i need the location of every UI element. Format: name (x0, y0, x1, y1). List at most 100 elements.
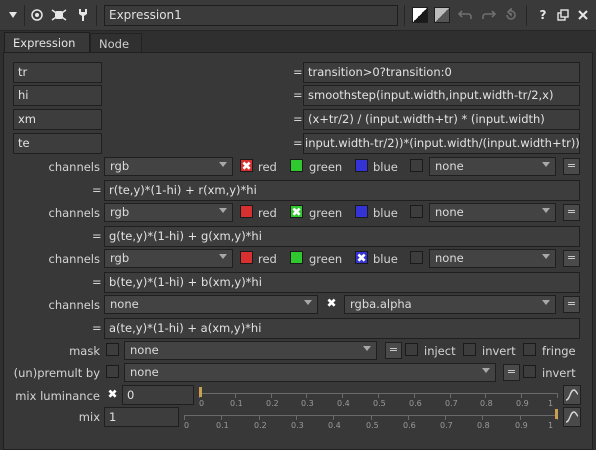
divider (404, 5, 405, 26)
redo-icon[interactable] (480, 6, 498, 24)
mix-luminance-enable-checkbox[interactable]: ✖ (106, 388, 119, 401)
dropdown-value: none (130, 343, 159, 357)
mask-label: mask (69, 344, 100, 358)
fringe-checkbox[interactable] (523, 343, 536, 356)
temp-name-field[interactable]: tr (13, 62, 102, 83)
alpha-expr-field[interactable]: a(te,y)*(1-hi) + a(xm,y)*hi (104, 318, 580, 339)
link-equals-button[interactable]: = (385, 342, 402, 359)
red-checkbox[interactable] (240, 251, 253, 264)
equals-label: = (293, 65, 303, 79)
mix-slider[interactable]: 0 0.1 0.2 0.3 0.4 0.5 0.6 0.7 0.8 0.9 1 (184, 409, 558, 432)
channels-label: channels (48, 298, 101, 312)
extra-channel-checkbox[interactable] (410, 159, 423, 172)
chevron-down-icon (219, 254, 227, 259)
slider-tick-label: 0.8 (477, 421, 490, 430)
green-checkbox[interactable]: ✖ (290, 205, 303, 218)
dropdown-value: rgb (110, 251, 130, 265)
extra-channel-dropdown[interactable]: none (429, 157, 556, 176)
extra-channel-dropdown[interactable]: none (429, 249, 556, 268)
slider-handle[interactable] (555, 409, 558, 419)
slider-tick-label: 0.5 (366, 421, 379, 430)
extra-channel-checkbox[interactable] (410, 205, 423, 218)
temp-expr-field[interactable]: (x+tr/2) / (input.width+tr) * (input.wid… (303, 109, 580, 130)
slider-tick-label: 0.5 (373, 399, 386, 408)
slider-tick (333, 415, 334, 420)
curve-icon (565, 411, 579, 423)
link-equals-button[interactable]: = (563, 204, 580, 221)
red-checkbox[interactable] (240, 205, 253, 218)
equals-label: = (293, 88, 303, 102)
mix-luminance-value-field[interactable]: 0 (122, 385, 194, 405)
slider-tick-label: 0.2 (266, 399, 279, 408)
temp-name-field[interactable]: te (13, 133, 102, 154)
link-equals-button[interactable]: = (563, 296, 580, 313)
mix-value-field[interactable]: 1 (104, 407, 179, 427)
slider-tick-label: 0.4 (328, 421, 341, 430)
close-icon[interactable] (574, 6, 592, 24)
animation-curve-button[interactable] (563, 385, 581, 405)
unpremult-channel-dropdown[interactable]: none (124, 363, 496, 382)
channels-layer-dropdown[interactable]: rgb (104, 249, 233, 268)
node-color-button[interactable] (412, 7, 428, 23)
temp-name-field[interactable]: xm (13, 109, 102, 130)
float-panel-icon[interactable] (554, 6, 572, 24)
mix-luminance-slider[interactable]: 0 0.1 0.2 0.3 0.4 0.5 0.6 0.7 0.8 0.9 1 (199, 387, 558, 410)
link-equals-button[interactable]: = (563, 158, 580, 175)
slider-tick (414, 393, 415, 398)
slider-tick (221, 415, 222, 420)
channel-expr-field[interactable]: b(te,y)*(1-hi) + b(xm,y)*hi (104, 272, 580, 293)
input-pipe-icon[interactable] (50, 6, 68, 24)
tab-node[interactable]: Node (90, 33, 142, 53)
channels-layer-dropdown[interactable]: rgb (104, 203, 233, 222)
green-checkbox[interactable] (290, 159, 303, 172)
tile-color-button[interactable] (434, 7, 450, 23)
channel-expr-field[interactable]: g(te,y)*(1-hi) + g(xm,y)*hi (104, 226, 580, 247)
red-checkbox[interactable]: ✖ (240, 159, 253, 172)
temp-expr-field[interactable]: transition>0?transition:0 (303, 62, 580, 83)
unpremult-enable-checkbox[interactable] (106, 365, 119, 378)
inject-checkbox[interactable] (405, 343, 418, 356)
mask-channel-dropdown[interactable]: none (124, 341, 377, 360)
red-label: red (258, 206, 277, 220)
mask-invert-checkbox[interactable] (463, 343, 476, 356)
link-equals-button[interactable]: = (563, 250, 580, 267)
alpha-enable-checkbox[interactable]: ✖ (325, 297, 338, 310)
red-label: red (258, 160, 277, 174)
blue-checkbox[interactable]: ✖ (355, 251, 368, 264)
undo-icon[interactable] (456, 6, 474, 24)
blue-checkbox[interactable] (355, 159, 368, 172)
center-node-icon[interactable] (28, 6, 46, 24)
wrench-icon[interactable] (74, 6, 92, 24)
link-equals-button[interactable]: = (503, 364, 520, 381)
title-bar: Expression1 ? (0, 0, 596, 31)
extra-channel-checkbox[interactable] (410, 251, 423, 264)
extra-channel-dropdown[interactable]: none (429, 203, 556, 222)
dropdown-value: none (435, 159, 464, 173)
slider-handle[interactable] (199, 387, 202, 397)
node-name-field[interactable]: Expression1 (104, 5, 398, 26)
temp-expr-field[interactable]: smoothstep(input.width,input.width-tr/2,… (303, 85, 580, 106)
tab-expression[interactable]: Expression (4, 32, 90, 52)
alpha-layer-dropdown[interactable]: none (104, 295, 318, 314)
channels-layer-dropdown[interactable]: rgb (104, 157, 233, 176)
temp-expr-field[interactable]: input.width-tr/2))*(input.width/(input.w… (303, 133, 580, 154)
slider-tick-label: 0.1 (216, 421, 229, 430)
temp-name-field[interactable]: hi (13, 85, 102, 106)
revert-icon[interactable] (502, 6, 520, 24)
slider-tick-label: 1 (548, 421, 554, 430)
alpha-channel-dropdown[interactable]: rgba.alpha (344, 295, 556, 314)
channel-expr-field[interactable]: r(te,y)*(1-hi) + r(xm,y)*hi (104, 180, 580, 201)
help-button[interactable]: ? (534, 6, 552, 24)
blue-checkbox[interactable] (355, 205, 368, 218)
slider-tick (557, 393, 558, 398)
check-x-icon: ✖ (241, 159, 252, 173)
animation-curve-button[interactable] (563, 407, 581, 427)
slider-tick-label: 0 (184, 421, 190, 430)
collapse-triangle-icon[interactable] (4, 6, 22, 24)
mask-enable-checkbox[interactable] (106, 343, 119, 356)
green-checkbox[interactable] (290, 251, 303, 264)
slider-tick (235, 393, 236, 398)
slider-tick (184, 415, 185, 420)
unpremult-invert-label: invert (542, 366, 576, 380)
unpremult-invert-checkbox[interactable] (523, 365, 536, 378)
